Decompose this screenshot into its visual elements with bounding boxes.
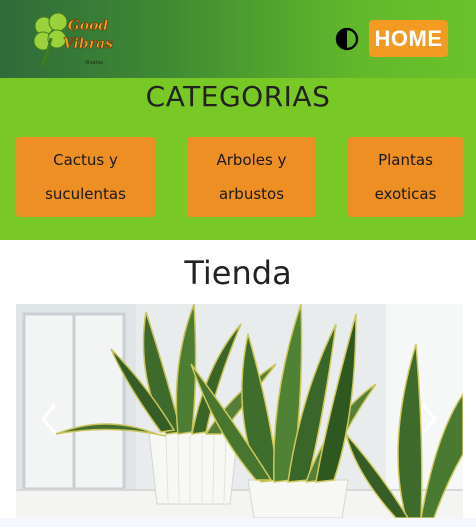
category-label-line2: exoticas xyxy=(374,185,437,203)
top-header: Good Vibras Viveros HOME xyxy=(0,0,476,78)
categories-title: CATEGORIAS xyxy=(145,80,331,113)
category-label-line1: Cactus y xyxy=(53,151,118,169)
page-bottom-strip xyxy=(0,518,476,527)
carousel-next-button[interactable] xyxy=(414,399,444,439)
category-label-line2: arbustos xyxy=(218,185,285,203)
carousel-prev-button[interactable] xyxy=(34,399,64,439)
chevron-right-icon xyxy=(421,404,437,434)
logo-text-vibras: Vibras xyxy=(63,36,113,52)
category-card-cactus[interactable]: Cactus y suculentas xyxy=(16,137,155,217)
home-button[interactable]: HOME xyxy=(369,20,448,57)
half-circle-contrast-icon[interactable] xyxy=(335,27,359,51)
logo-tagline: Viveros xyxy=(85,60,104,66)
chevron-left-icon xyxy=(41,404,57,434)
product-carousel[interactable] xyxy=(16,304,463,518)
brand-logo[interactable]: Good Vibras Viveros xyxy=(30,8,122,70)
category-label-line2: suculentas xyxy=(45,185,126,203)
category-label-line1: Arboles y xyxy=(216,151,287,169)
shop-title: Tienda xyxy=(184,254,292,292)
carousel-slide-image xyxy=(16,304,463,518)
category-card-plantas[interactable]: Plantas exoticas xyxy=(348,137,463,217)
logo-text-good: Good xyxy=(68,18,109,34)
category-card-arboles[interactable]: Arboles y arbustos xyxy=(187,137,316,217)
categories-section: CATEGORIAS Cactus y suculentas Arboles y… xyxy=(0,78,476,240)
category-label-line1: Plantas xyxy=(378,151,433,169)
